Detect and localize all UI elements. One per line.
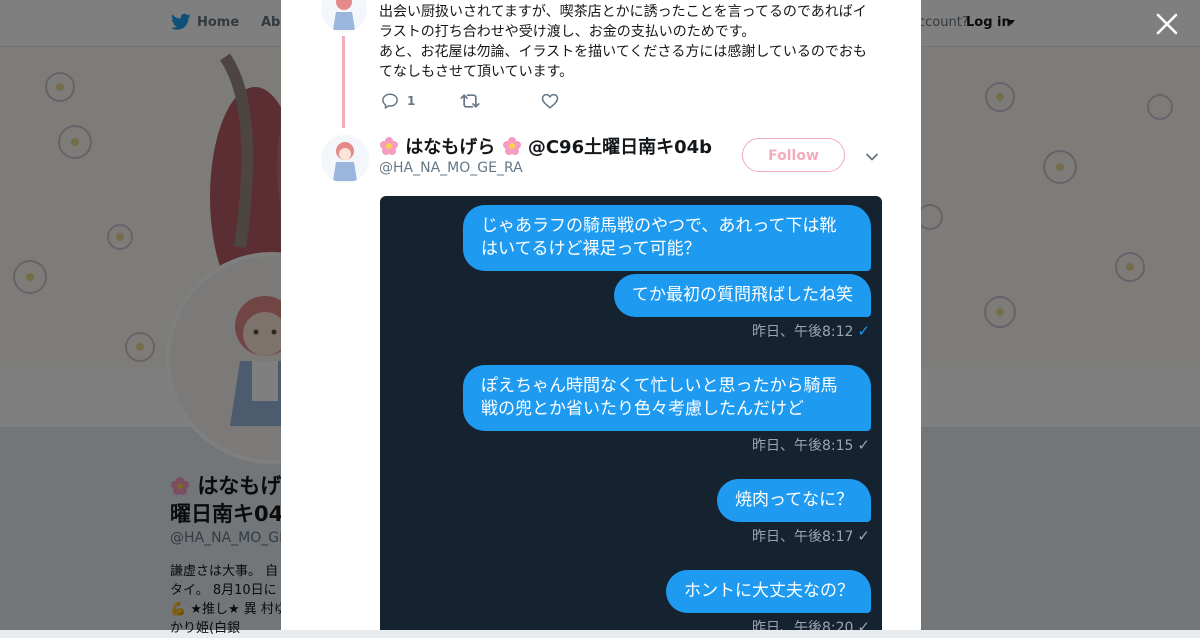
close-icon[interactable] (1155, 12, 1179, 36)
flower-emoji-icon (495, 137, 528, 158)
chat-message-text: じゃあラフの騎馬戦のやつで、あれって下は靴はいてるけど裸足って可能？ (481, 216, 837, 259)
chat-timestamp: 昨日、午後8:12 ✓ (752, 321, 870, 341)
chat-message-text: 焼肉ってなに？ (735, 490, 854, 510)
chat-bubble: 焼肉ってなに？ (717, 479, 871, 522)
reply-icon[interactable] (381, 92, 399, 110)
tweet-display-name[interactable]: はなもげら @C96土曜日南キ04b (379, 133, 712, 159)
thread-connector (342, 36, 345, 128)
flower-emoji-icon (379, 137, 405, 158)
tweet-modal: 出会い厨扱いされてますが、喫茶店とかに誘ったことを言ってるのであればイラストの打… (281, 0, 921, 630)
timestamp-text: 昨日、午後8:17 (751, 529, 854, 545)
chat-timestamp: 昨日、午後8:20 ✓ (752, 617, 870, 630)
display-name-text: はなもげら (405, 137, 496, 158)
chat-message-text: てか最初の質問飛ばしたね笑 (632, 285, 853, 305)
sent-check-icon: ✓ (857, 436, 870, 454)
timestamp-text: 昨日、午後8:15 (751, 438, 854, 454)
chat-bubble: てか最初の質問飛ばしたね笑 (614, 274, 871, 317)
retweet-icon[interactable] (460, 92, 480, 110)
previous-tweet-text: 出会い厨扱いされてますが、喫茶店とかに誘ったことを言ってるのであればイラストの打… (379, 4, 867, 80)
like-action[interactable] (541, 92, 559, 110)
read-check-icon: ✓ (857, 322, 870, 340)
previous-tweet-avatar[interactable] (321, 0, 367, 32)
reply-action[interactable]: 1 (381, 92, 415, 110)
reply-count: 1 (407, 94, 416, 108)
chat-bubble: ホントに大丈夫なの？ (666, 570, 871, 613)
tweet-author-avatar[interactable] (321, 135, 369, 183)
chat-bubble: じゃあラフの騎馬戦のやつで、あれって下は靴はいてるけど裸足って可能？ (463, 205, 871, 271)
timestamp-text: 昨日、午後8:20 (751, 620, 854, 630)
chevron-down-icon[interactable] (865, 150, 879, 164)
chat-timestamp: 昨日、午後8:15 ✓ (752, 435, 870, 455)
sent-check-icon: ✓ (857, 618, 870, 630)
chat-bubble: ぽえちゃん時間なくて忙しいと思ったから騎馬戦の兜とか省いたり色々考慮したんだけど (463, 365, 871, 431)
chat-message-text: ホントに大丈夫なの？ (684, 581, 854, 601)
timestamp-text: 昨日、午後8:12 (751, 324, 854, 340)
follow-button[interactable]: Follow (742, 138, 845, 172)
chat-timestamp: 昨日、午後8:17 ✓ (752, 526, 870, 546)
chat-message-text: ぽえちゃん時間なくて忙しいと思ったから騎馬戦の兜とか省いたり色々考慮したんだけど (481, 376, 838, 419)
heart-icon[interactable] (541, 92, 559, 110)
retweet-action[interactable] (460, 92, 480, 110)
display-name-suffix: @C96土曜日南キ04b (527, 137, 713, 158)
tweet-photo-chat-screenshot[interactable]: じゃあラフの騎馬戦のやつで、あれって下は靴はいてるけど裸足って可能？ てか最初の… (380, 196, 882, 630)
sent-check-icon: ✓ (857, 527, 870, 545)
tweet-screen-name[interactable]: @HA_NA_MO_GE_RA (379, 160, 523, 176)
